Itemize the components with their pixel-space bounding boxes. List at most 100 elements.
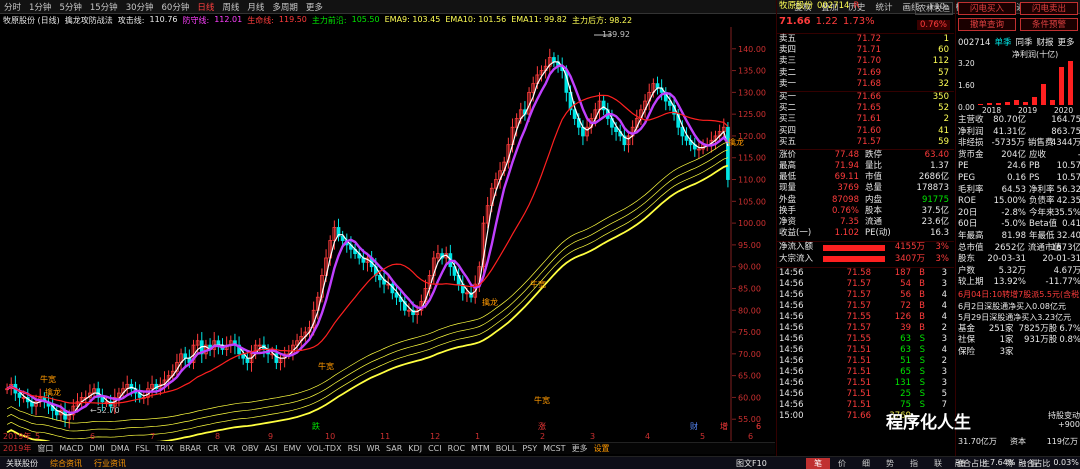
indicator-tab[interactable]: BOLL (493, 444, 520, 453)
indicator-tab[interactable]: FSL (132, 444, 152, 453)
finance-tab[interactable]: 更多 (1058, 37, 1075, 49)
x-tick-label: 2 (540, 432, 545, 441)
indicator-tab[interactable]: CCI (425, 444, 445, 453)
period-tab[interactable]: 多周期 (268, 1, 302, 13)
indicator-name[interactable]: 擒龙攻防战法 (65, 15, 113, 27)
kline-svg[interactable]: 140.00135.00130.00125.00120.00115.00110.… (0, 27, 775, 448)
finance-label: 股东 (958, 254, 976, 265)
tick-volume: 72 (900, 300, 911, 311)
event-marker[interactable]: 6 (756, 422, 761, 431)
stat-label: 外盘 (779, 194, 797, 205)
event-marker[interactable]: 财 (690, 421, 698, 431)
indicator-tab[interactable]: KDJ (405, 444, 425, 453)
tick-price: 71.55 (846, 311, 871, 322)
finance-tab[interactable]: 同季 (1015, 37, 1032, 49)
finance-tab[interactable]: 单季 (994, 37, 1011, 49)
event-marker[interactable]: 增 (720, 421, 728, 431)
tick-time: 14:56 (779, 278, 804, 289)
indicator-tab[interactable]: CR (204, 444, 221, 453)
profit-bar (1068, 61, 1073, 105)
finance-tab[interactable]: 财报 (1036, 37, 1053, 49)
y-tick-label: 75.00 (738, 328, 761, 337)
industry-tag[interactable]: 农林牧渔 (915, 2, 953, 15)
orderbook-row[interactable]: 买二 71.65 52 (777, 103, 954, 114)
news-item[interactable]: 6月2日深股通净买入0.08亿元 (956, 301, 1080, 313)
signal-label: 擒龙 (45, 387, 61, 397)
indicator-tab[interactable]: MCST (540, 444, 568, 453)
panel-tab[interactable]: 笔 (806, 457, 830, 469)
orderbook-row[interactable]: 买一 71.66 350 (777, 92, 954, 103)
orderbook-row[interactable]: 卖二 71.69 57 (777, 68, 954, 79)
indicator-tab[interactable]: ROC (445, 444, 468, 453)
panel-tab[interactable]: 指 (902, 458, 926, 469)
holder-count: 1家 (999, 335, 1014, 346)
indicator-tab[interactable]: TRIX (152, 444, 176, 453)
stat-label: 收益(一) (779, 228, 812, 239)
period-tab[interactable]: 30分钟 (122, 1, 158, 13)
finance-label: PB (1029, 161, 1040, 172)
news-item[interactable]: 6月04日:10转增7股派5.5元(含税) (956, 289, 1080, 301)
indicator-tab[interactable]: VOL-TDX (304, 444, 345, 453)
trade-button[interactable]: 撤单查询 (958, 18, 1016, 31)
event-marker[interactable]: 涨 (538, 421, 546, 431)
indicator-tab[interactable]: 设置 (591, 443, 613, 454)
indicator-tab[interactable]: OBV (239, 444, 262, 453)
indicator-tab[interactable]: PSY (519, 444, 540, 453)
trade-button[interactable]: 闪电买入 (958, 2, 1016, 15)
tick-count: 2 (941, 322, 947, 333)
indicator-tab[interactable]: DMA (108, 444, 133, 453)
indicator-tab[interactable]: EMV (281, 444, 304, 453)
period-tab[interactable]: 5分钟 (55, 1, 85, 13)
f10-link[interactable]: 图文F10 (736, 458, 767, 469)
orderbook-row[interactable]: 卖五 71.72 1 (777, 34, 954, 45)
orderbook-row[interactable]: 买四 71.60 41 (777, 126, 954, 137)
panel-tab[interactable]: 联 (926, 458, 950, 469)
tick-row: 14:56 71.57 39 B 2 (777, 323, 954, 334)
orderbook-row[interactable]: 买五 71.57 59 (777, 137, 954, 148)
period-tab[interactable]: 月线 (243, 1, 268, 13)
period-tab[interactable]: 1分钟 (25, 1, 55, 13)
flow-pct: 3% (935, 242, 950, 253)
panel-tab[interactable]: 价 (830, 458, 854, 469)
kline-chart[interactable]: 140.00 135.00 130.00 125.00 120.00 115.00 110.… (0, 27, 775, 461)
orderbook-row[interactable]: 卖一 71.68 32 (777, 79, 954, 90)
indicator-tab[interactable]: 窗口 (34, 443, 56, 454)
signal-label: 牛宽 (530, 279, 546, 289)
status-link[interactable]: 综合资讯 (44, 458, 88, 469)
tick-row: 14:56 71.57 54 B 3 (777, 279, 954, 290)
indicator-tab[interactable]: RSI (345, 444, 364, 453)
indicator-tab[interactable]: 2019年 (0, 443, 34, 454)
status-link[interactable]: 行业资讯 (88, 458, 132, 469)
indicator-tab[interactable]: MACD (56, 444, 86, 453)
orderbook-row[interactable]: 卖四 71.71 60 (777, 45, 954, 56)
panel-tab[interactable]: 势 (878, 458, 902, 469)
indicator-tab[interactable]: VR (222, 444, 239, 453)
finance-row: 股东 20-03-31 20-01-31 (956, 254, 1080, 266)
panel-tab[interactable]: 细 (854, 458, 878, 469)
indicator-tab[interactable]: DMI (86, 444, 107, 453)
period-tab[interactable]: 分时 (0, 1, 25, 13)
period-tab[interactable]: 日线 (193, 1, 218, 13)
trade-button[interactable]: 条件预警 (1020, 18, 1078, 31)
indicator-tab[interactable]: BRAR (177, 444, 205, 453)
tick-side: B (919, 289, 925, 300)
indicator-tab[interactable]: SAR (383, 444, 405, 453)
news-item[interactable]: 5月29日深股通净买入3.23亿元 (956, 312, 1080, 324)
tick-price: 71.55 (846, 333, 871, 344)
orderbook-row[interactable]: 卖三 71.70 112 (777, 56, 954, 67)
status-link[interactable]: 关联股份 (0, 458, 44, 469)
period-tab[interactable]: 60分钟 (158, 1, 194, 13)
indicator-tab[interactable]: WR (364, 444, 383, 453)
stock-code: 002714 (817, 1, 850, 11)
indicator-tab[interactable]: 更多 (569, 443, 591, 454)
period-tab[interactable]: 更多 (302, 1, 327, 13)
finance-value: 24.6 (1007, 161, 1026, 172)
event-marker[interactable]: 跌 (312, 421, 320, 431)
trade-button[interactable]: 闪电卖出 (1020, 2, 1078, 15)
orderbook-row[interactable]: 买三 71.61 2 (777, 114, 954, 125)
holder-row: 社保 1家 931万股 0.8% (956, 335, 1080, 347)
period-tab[interactable]: 15分钟 (86, 1, 122, 13)
period-tab[interactable]: 周线 (218, 1, 243, 13)
indicator-tab[interactable]: ASI (262, 444, 281, 453)
indicator-tab[interactable]: MTM (468, 444, 493, 453)
